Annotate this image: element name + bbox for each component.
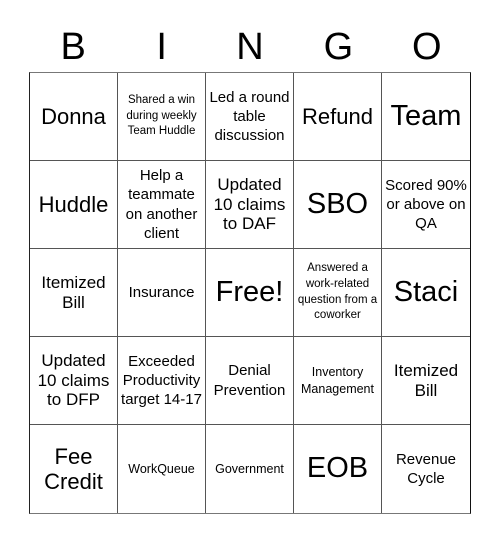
cell-text: EOB bbox=[306, 452, 369, 485]
bingo-cell[interactable]: Led a round table discussion bbox=[206, 73, 294, 161]
cell-text: Answered a work-related question from a … bbox=[297, 262, 378, 322]
bingo-cell[interactable]: Revenue Cycle bbox=[382, 425, 470, 513]
bingo-cell[interactable]: Refund bbox=[294, 73, 382, 161]
cell-text: Itemized Bill bbox=[41, 272, 106, 312]
bingo-cell[interactable]: Shared a win during weekly Team Huddle bbox=[118, 73, 206, 161]
cell-text: Itemized Bill bbox=[393, 360, 459, 400]
cell-text: Fee Credit bbox=[44, 443, 103, 494]
cell-text: SBO bbox=[306, 187, 369, 220]
cell-text: Revenue Cycle bbox=[395, 450, 457, 487]
cell-text: Exceeded Productivity target 14-17 bbox=[121, 352, 202, 409]
bingo-board: Donna Shared a win during weekly Team Hu… bbox=[29, 72, 471, 514]
bingo-cell[interactable]: SBO bbox=[294, 161, 382, 249]
bingo-cell[interactable]: Huddle bbox=[30, 161, 118, 249]
cell-text: Scored 90% or above on QA bbox=[385, 176, 467, 233]
bingo-cell[interactable]: Updated 10 claims to DAF bbox=[206, 161, 294, 249]
bingo-cell[interactable]: Team bbox=[382, 73, 470, 161]
cell-text: Updated 10 claims to DFP bbox=[37, 350, 110, 410]
bingo-cell[interactable]: Itemized Bill bbox=[382, 337, 470, 425]
cell-text: Led a round table discussion bbox=[209, 88, 290, 145]
bingo-cell[interactable]: WorkQueue bbox=[118, 425, 206, 513]
bingo-cell[interactable]: EOB bbox=[294, 425, 382, 513]
cell-text: WorkQueue bbox=[128, 461, 195, 476]
bingo-cell[interactable]: Scored 90% or above on QA bbox=[382, 161, 470, 249]
cell-text: Huddle bbox=[38, 191, 109, 217]
cell-text: Insurance bbox=[128, 283, 195, 301]
bingo-cell[interactable]: Inventory Management bbox=[294, 337, 382, 425]
bingo-cell[interactable]: Help a teammate on another client bbox=[118, 161, 206, 249]
header-letter-o: O bbox=[412, 26, 442, 68]
cell-text: Refund bbox=[302, 103, 373, 129]
cell-text: Government bbox=[215, 461, 284, 476]
bingo-cell[interactable]: Fee Credit bbox=[30, 425, 118, 513]
free-space-cell[interactable]: Free! bbox=[206, 249, 294, 337]
header-letter-b: B bbox=[60, 26, 86, 68]
cell-text: Denial Prevention bbox=[213, 362, 286, 399]
cell-text: Donna bbox=[41, 103, 106, 129]
bingo-cell[interactable]: Denial Prevention bbox=[206, 337, 294, 425]
bingo-cell[interactable]: Staci bbox=[382, 249, 470, 337]
cell-text: Team bbox=[390, 99, 462, 132]
cell-text: Staci bbox=[393, 275, 459, 308]
bingo-cell[interactable]: Answered a work-related question from a … bbox=[294, 249, 382, 337]
bingo-cell[interactable]: Itemized Bill bbox=[30, 249, 118, 337]
header-letter-g: G bbox=[323, 26, 354, 68]
cell-text: Updated 10 claims to DAF bbox=[213, 174, 286, 234]
header-letter-i: I bbox=[156, 26, 167, 68]
cell-text: Free! bbox=[215, 275, 284, 308]
header-letter-n: N bbox=[236, 26, 264, 68]
bingo-cell[interactable]: Updated 10 claims to DFP bbox=[30, 337, 118, 425]
bingo-cell[interactable]: Insurance bbox=[118, 249, 206, 337]
cell-text: Inventory Management bbox=[301, 365, 374, 396]
bingo-header: B I N G O bbox=[29, 22, 471, 72]
bingo-cell[interactable]: Government bbox=[206, 425, 294, 513]
bingo-cell[interactable]: Donna bbox=[30, 73, 118, 161]
cell-text: Shared a win during weekly Team Huddle bbox=[126, 94, 197, 138]
cell-text: Help a teammate on another client bbox=[125, 167, 198, 242]
bingo-cell[interactable]: Exceeded Productivity target 14-17 bbox=[118, 337, 206, 425]
